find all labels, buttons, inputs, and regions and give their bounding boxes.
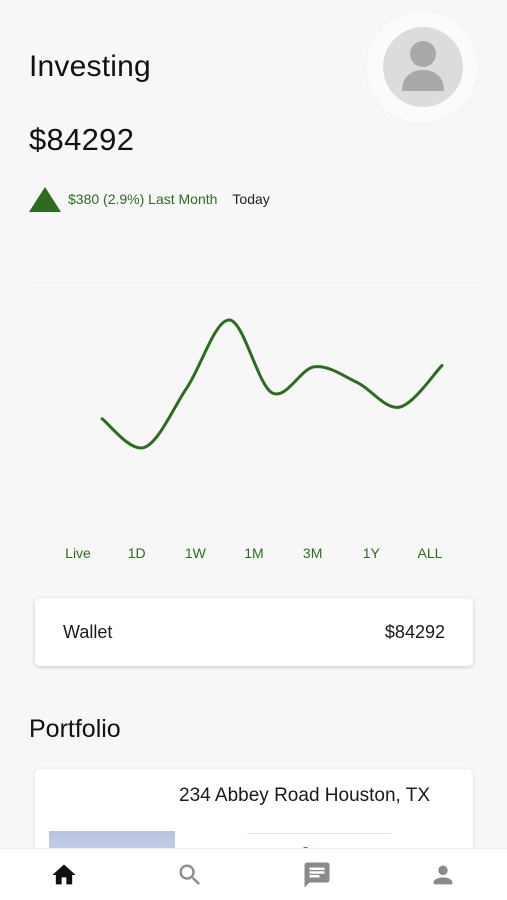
wallet-card[interactable]: Wallet $84292 [35,598,473,666]
chart-series-line [100,318,444,450]
message-icon [304,862,330,888]
range-all[interactable]: ALL [418,545,443,561]
user-avatar-icon [402,41,444,91]
range-3m[interactable]: 3M [303,545,322,561]
investing-screen: Investing $84292 $380 (2.9%) Last Month … [0,0,507,900]
nav-profile[interactable] [413,849,473,900]
wallet-label: Wallet [63,622,113,642]
range-1d[interactable]: 1D [128,545,146,561]
bottom-nav [0,848,507,900]
search-icon [179,864,200,885]
nav-search[interactable] [160,849,220,900]
property-address: 234 Abbey Road Houston, TX [179,785,431,806]
chart-divider [29,282,479,283]
range-1y[interactable]: 1Y [363,545,380,561]
nav-home[interactable] [34,849,94,900]
avatar[interactable] [383,27,463,107]
balance-amount: $84292 [29,122,135,157]
nav-messages[interactable] [287,849,347,900]
change-text: $380 (2.9%) Last Month [68,191,218,207]
period-text: Today [232,191,270,207]
range-live[interactable]: Live [65,545,91,561]
portfolio-title: Portfolio [29,715,121,743]
person-icon [433,865,453,885]
range-selector: Live 1D 1W 1M 3M 1Y ALL [48,545,460,565]
property-divider [247,833,391,834]
change-row: $380 (2.9%) Last Month Today [29,186,270,212]
wallet-value: $84292 [384,622,445,642]
performance-chart [100,318,444,450]
range-1w[interactable]: 1W [185,545,206,561]
trend-up-icon [29,186,61,212]
page-title: Investing [29,50,151,83]
home-icon [52,864,76,885]
range-1m[interactable]: 1M [244,545,263,561]
